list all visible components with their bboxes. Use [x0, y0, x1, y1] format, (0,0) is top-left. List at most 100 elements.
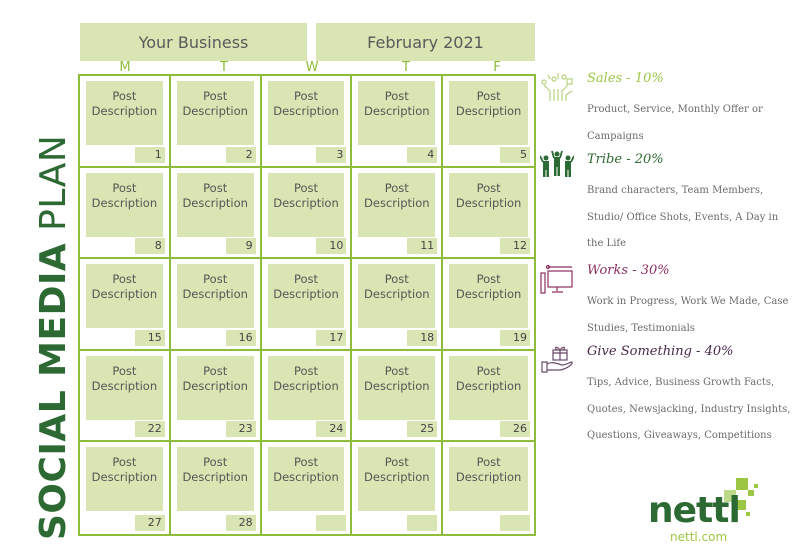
description-label: Description — [91, 470, 158, 485]
post-description-box: Post Description — [176, 447, 254, 512]
date-number — [500, 514, 530, 531]
legend-title: Works - 30% — [587, 263, 670, 278]
calendar-day-cell: Post Description 1 — [80, 76, 171, 168]
post-description-box: Post Description — [86, 447, 163, 512]
calendar-grid: Post Description 1 Post Description 2 Post Desc… — [78, 74, 536, 536]
post-label: Post — [112, 363, 137, 378]
description-label: Description — [273, 195, 339, 210]
calendar-day-cell: Post Description 2 — [170, 76, 262, 168]
calendar-day-cell: Post Description 28 — [171, 442, 262, 534]
page-title-bold: SOCIAL MEDIA — [33, 242, 74, 540]
description-label: Description — [455, 195, 522, 210]
post-label: Post — [384, 363, 409, 378]
description-label: Description — [364, 378, 430, 393]
date-number: 11 — [407, 238, 438, 255]
logo-square — [754, 484, 758, 488]
post-description-box: Post Description — [267, 81, 345, 145]
logo-square — [746, 512, 750, 516]
page-title-light: PLAN — [33, 134, 74, 231]
description-label: Description — [91, 104, 158, 118]
description-label: Description — [182, 195, 248, 210]
description-label: Description — [364, 287, 430, 302]
people-cheering-icon — [540, 150, 574, 177]
description-label: Description — [455, 104, 522, 118]
calendar-day-cell: Post Description 27 — [80, 442, 171, 534]
post-label: Post — [112, 455, 137, 470]
post-label: Post — [112, 180, 137, 195]
date-number: 19 — [500, 329, 530, 346]
date-number: 16 — [225, 329, 256, 346]
post-description-box: Post Description — [358, 264, 436, 329]
post-description-box: Post Description — [86, 81, 163, 145]
post-label: Post — [203, 89, 228, 103]
date-number: 12 — [500, 238, 530, 255]
date-number: 9 — [225, 238, 256, 255]
calendar-day-cell: Post Description 9 — [170, 167, 262, 260]
post-description-box: Post Description — [267, 264, 345, 329]
post-label: Post — [293, 180, 319, 195]
post-description-box: Post Description — [358, 172, 436, 237]
post-label: Post — [476, 89, 501, 103]
day-label-monday: M — [119, 60, 131, 75]
date-number: 24 — [316, 421, 347, 438]
post-label: Post — [112, 89, 137, 103]
date-number: 23 — [225, 421, 256, 438]
calendar-day-cell: Post Description 3 — [261, 76, 353, 168]
post-label: Post — [384, 272, 409, 287]
calendar-day-cell: Post Description 17 — [261, 259, 353, 351]
date-number: 8 — [134, 238, 165, 255]
date-number — [316, 514, 347, 531]
legend-title: Sales - 10% — [587, 71, 664, 86]
calendar-day-cell: Post Description 24 — [261, 350, 353, 443]
day-label-wednesday: W — [305, 60, 319, 75]
post-description-box: Post Description — [176, 81, 254, 145]
post-description-box: Post Description — [267, 447, 345, 512]
date-number: 22 — [134, 421, 165, 438]
description-label: Description — [273, 470, 339, 485]
calendar-day-cell: Post Description 10 — [261, 167, 353, 260]
description-label: Description — [91, 195, 158, 210]
date-number: 15 — [134, 329, 165, 346]
description-label: Description — [364, 470, 430, 485]
post-label: Post — [384, 180, 409, 195]
calendar-day-cell: Post Description 18 — [352, 259, 444, 351]
post-label: Post — [476, 455, 501, 470]
month-header: February 2021 — [316, 23, 535, 61]
calendar-day-cell: Post Description — [443, 442, 534, 534]
day-label-tuesday: T — [220, 60, 228, 75]
description-label: Description — [455, 287, 522, 302]
post-description-box: Post Description — [176, 172, 254, 237]
post-label: Post — [203, 272, 228, 287]
description-label: Description — [364, 195, 430, 210]
post-description-box: Post Description — [86, 264, 163, 329]
post-description-box: Post Description — [449, 447, 528, 512]
description-label: Description — [182, 470, 248, 485]
post-description-box: Post Description — [176, 264, 254, 329]
post-description-box: Post Description — [449, 81, 528, 145]
calendar-day-cell: Post Description 12 — [443, 168, 534, 260]
date-number: 4 — [407, 146, 438, 163]
calendar-day-cell: Post Description 4 — [352, 76, 444, 168]
date-number: 10 — [316, 238, 347, 255]
post-label: Post — [293, 363, 319, 378]
legend-description: Work in Progress, Work We Made, Case Stu… — [587, 296, 789, 334]
post-description-box: Post Description — [358, 447, 436, 512]
date-number: 5 — [500, 146, 530, 163]
calendar-day-cell: Post Description 23 — [170, 350, 262, 443]
post-description-box: Post Description — [449, 264, 528, 329]
post-label: Post — [293, 455, 319, 470]
post-description-box: Post Description — [267, 355, 345, 420]
legend-title: Give Something - 40% — [587, 344, 734, 359]
calendar-day-cell: Post Description — [352, 442, 444, 534]
post-label: Post — [203, 455, 228, 470]
description-label: Description — [182, 104, 248, 118]
computer-design-icon — [540, 265, 573, 294]
calendar-day-cell: Post Description 26 — [443, 351, 534, 443]
calendar-day-cell: Post Description 25 — [352, 350, 444, 443]
logo-square — [736, 478, 748, 490]
post-description-box: Post Description — [86, 355, 163, 420]
post-label: Post — [384, 89, 409, 103]
post-label: Post — [203, 363, 228, 378]
logo-wordmark: nettl — [648, 490, 741, 531]
date-number: 18 — [407, 329, 438, 346]
